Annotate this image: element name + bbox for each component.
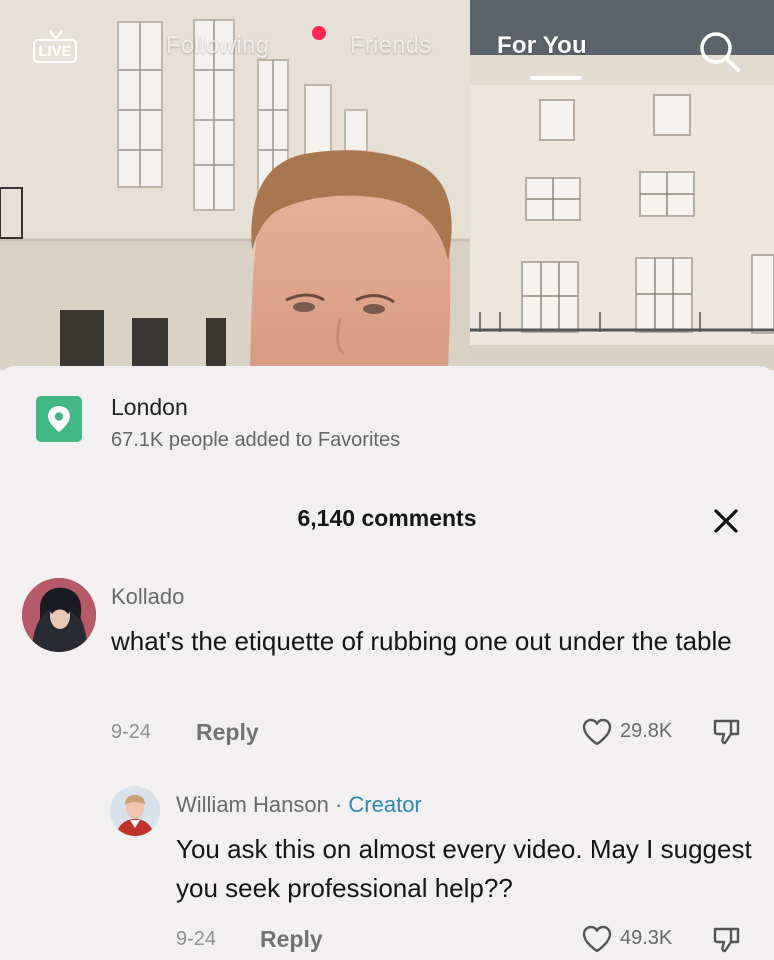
comment-username[interactable]: Kollado xyxy=(111,584,184,610)
creator-avatar-image xyxy=(110,786,160,836)
name-separator: · xyxy=(328,792,349,817)
like-count: 29.8K xyxy=(620,720,673,742)
avatar[interactable] xyxy=(110,786,160,836)
reply-author[interactable]: William Hanson · Creator xyxy=(176,792,422,818)
avatar[interactable] xyxy=(22,578,96,652)
reply-username: William Hanson xyxy=(176,792,329,817)
comments-panel: London 67.1K people added to Favorites 6… xyxy=(0,366,774,960)
live-label: LIVE xyxy=(33,39,77,63)
reply-button[interactable]: Reply xyxy=(260,926,323,953)
close-icon[interactable] xyxy=(710,505,742,537)
comments-header: 6,140 comments xyxy=(297,505,477,531)
dislike-icon[interactable] xyxy=(712,718,742,746)
reply-date: 9-24 xyxy=(176,928,217,950)
top-navigation: LIVE Following Friends For You xyxy=(0,0,774,90)
video-player[interactable]: LIVE Following Friends For You xyxy=(0,0,774,370)
reply-button[interactable]: Reply xyxy=(196,719,259,746)
comment-date: 9-24 xyxy=(111,721,152,743)
creator-badge: Creator xyxy=(348,792,422,817)
location-favorites-count: 67.1K people added to Favorites xyxy=(111,429,401,451)
location-pin-icon[interactable] xyxy=(36,396,82,442)
active-tab-indicator xyxy=(530,76,582,80)
heart-icon xyxy=(582,718,612,746)
tab-following[interactable]: Following xyxy=(166,32,269,60)
heart-icon xyxy=(582,925,612,953)
live-button[interactable]: LIVE xyxy=(33,30,79,68)
tab-friends[interactable]: Friends xyxy=(350,32,431,60)
search-icon[interactable] xyxy=(696,28,744,76)
comment-text: what's the etiquette of rubbing one out … xyxy=(111,626,732,656)
user-avatar-image xyxy=(22,578,96,652)
notification-dot xyxy=(312,26,326,40)
dislike-icon[interactable] xyxy=(712,926,742,954)
location-name[interactable]: London xyxy=(111,394,188,421)
reply-text: You ask this on almost every video. May … xyxy=(176,834,752,903)
like-count: 49.3K xyxy=(620,927,673,949)
tab-for-you[interactable]: For You xyxy=(497,32,587,60)
